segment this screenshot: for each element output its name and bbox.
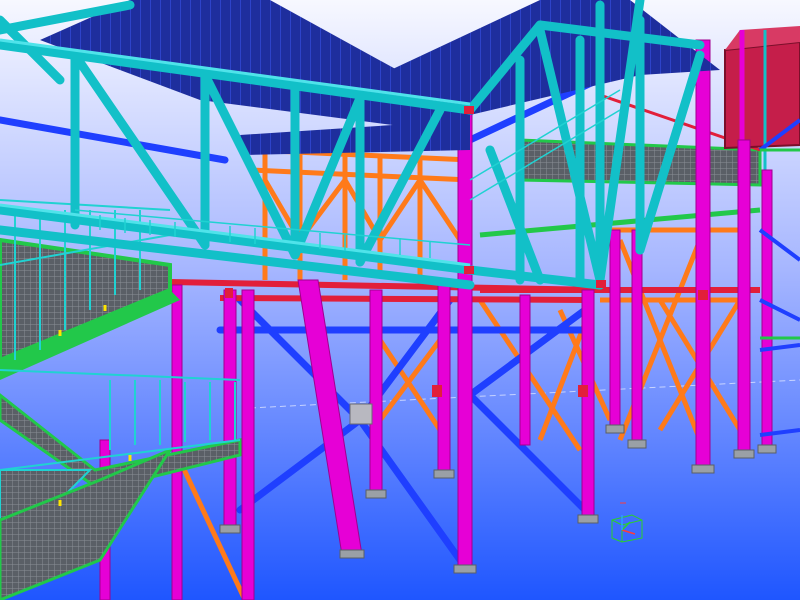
structure-3d-render[interactable] — [0, 0, 800, 600]
model-viewport[interactable] — [0, 0, 800, 600]
gusset-plate — [349, 403, 373, 425]
